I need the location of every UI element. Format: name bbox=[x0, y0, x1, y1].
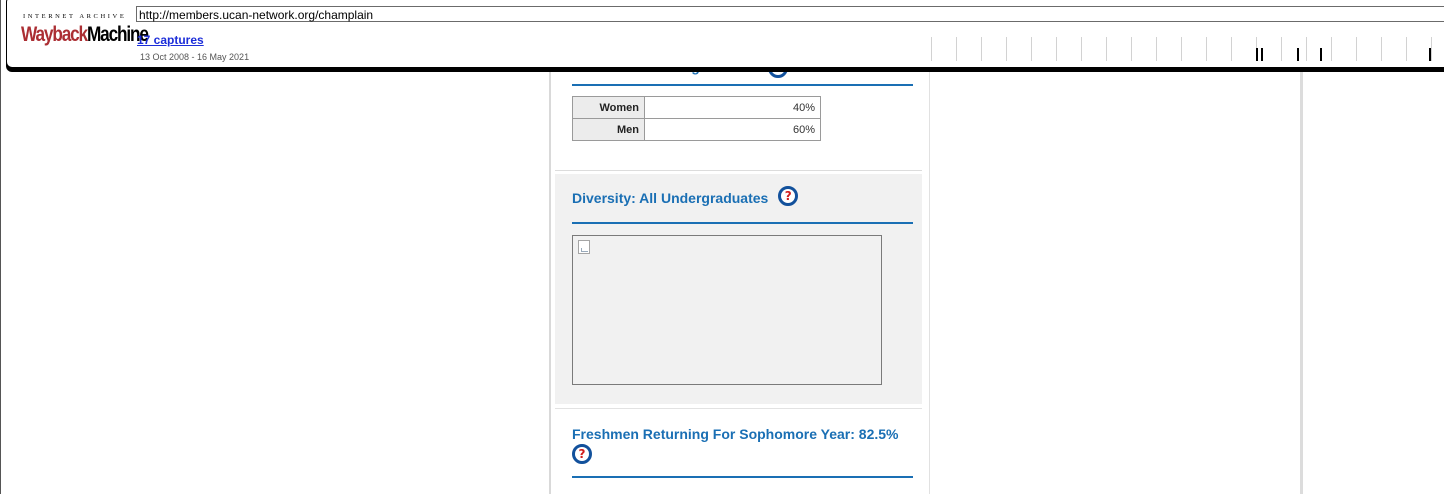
timeline-year-tick bbox=[1431, 37, 1432, 61]
timeline-year-tick bbox=[1331, 37, 1332, 61]
timeline-year-tick bbox=[1006, 37, 1007, 61]
url-input[interactable]: http://members.ucan-network.org/champlai… bbox=[136, 6, 1444, 22]
section-divider bbox=[555, 170, 922, 171]
timeline-year-tick bbox=[1281, 37, 1282, 61]
diversity-section: Diversity: All Undergraduates ? bbox=[555, 174, 922, 404]
timeline-year-tick bbox=[1031, 37, 1032, 61]
help-icon-glyph: ? bbox=[575, 447, 589, 461]
timeline-year-tick bbox=[1156, 37, 1157, 61]
timeline-year-tick bbox=[1381, 37, 1382, 61]
diversity-title: Diversity: All Undergraduates ? bbox=[572, 186, 799, 207]
section-rule bbox=[572, 84, 913, 86]
timeline-year-tick bbox=[956, 37, 957, 61]
wayback-machine-logo[interactable]: WaybackMachine bbox=[21, 23, 149, 47]
timeline-capture-mark[interactable] bbox=[1297, 48, 1299, 61]
timeline-capture-mark[interactable] bbox=[1320, 48, 1322, 61]
wayback-logo-word: Wayback bbox=[21, 23, 88, 46]
freshmen-section: Freshmen Returning For Sophomore Year: 8… bbox=[555, 408, 922, 498]
timeline-year-tick bbox=[981, 37, 982, 61]
help-icon[interactable]: ? bbox=[572, 444, 592, 464]
timeline-year-tick bbox=[1081, 37, 1082, 61]
timeline-year-tick bbox=[1206, 37, 1207, 61]
capture-date-range: 13 Oct 2008 - 16 May 2021 bbox=[140, 52, 250, 62]
gender-table: Women 40% Men 60% bbox=[572, 96, 821, 141]
broken-image-icon bbox=[578, 240, 590, 254]
timeline-year-tick bbox=[1356, 37, 1357, 61]
capture-timeline[interactable] bbox=[931, 37, 1444, 61]
timeline-year-tick bbox=[1056, 37, 1057, 61]
timeline-capture-mark[interactable] bbox=[1256, 48, 1258, 61]
section-rule bbox=[572, 222, 913, 224]
gender-value-men: 60% bbox=[644, 118, 821, 141]
timeline-year-tick bbox=[1106, 37, 1107, 61]
diversity-title-text: Diversity: All Undergraduates bbox=[572, 190, 769, 206]
timeline-year-tick bbox=[1306, 37, 1307, 61]
section-rule bbox=[572, 476, 913, 478]
timeline-year-tick bbox=[1406, 37, 1407, 61]
gender-label-men: Men bbox=[572, 118, 645, 141]
timeline-year-tick bbox=[1181, 37, 1182, 61]
timeline-capture-mark[interactable] bbox=[1261, 48, 1263, 61]
table-row: Women 40% bbox=[572, 96, 821, 119]
timeline-year-tick bbox=[1131, 37, 1132, 61]
internet-archive-label: INTERNET ARCHIVE bbox=[23, 13, 127, 20]
timeline-capture-mark[interactable] bbox=[1429, 48, 1431, 61]
gender-value-women: 40% bbox=[644, 96, 821, 119]
diversity-chart-image bbox=[572, 235, 882, 385]
gender-label-women: Women bbox=[572, 96, 645, 119]
timeline-year-tick bbox=[1231, 37, 1232, 61]
timeline-year-tick bbox=[931, 37, 932, 61]
wayback-toolbar: INTERNET ARCHIVE WaybackMachine http://m… bbox=[6, 0, 1444, 68]
help-icon[interactable]: ? bbox=[778, 186, 799, 207]
table-row: Men 60% bbox=[572, 118, 821, 141]
freshmen-title: Freshmen Returning For Sophomore Year: 8… bbox=[572, 426, 899, 442]
help-icon-glyph: ? bbox=[781, 189, 796, 204]
left-page-border bbox=[0, 0, 1, 494]
captures-link[interactable]: 17 captures bbox=[137, 33, 204, 47]
right-column-border bbox=[1300, 0, 1303, 494]
